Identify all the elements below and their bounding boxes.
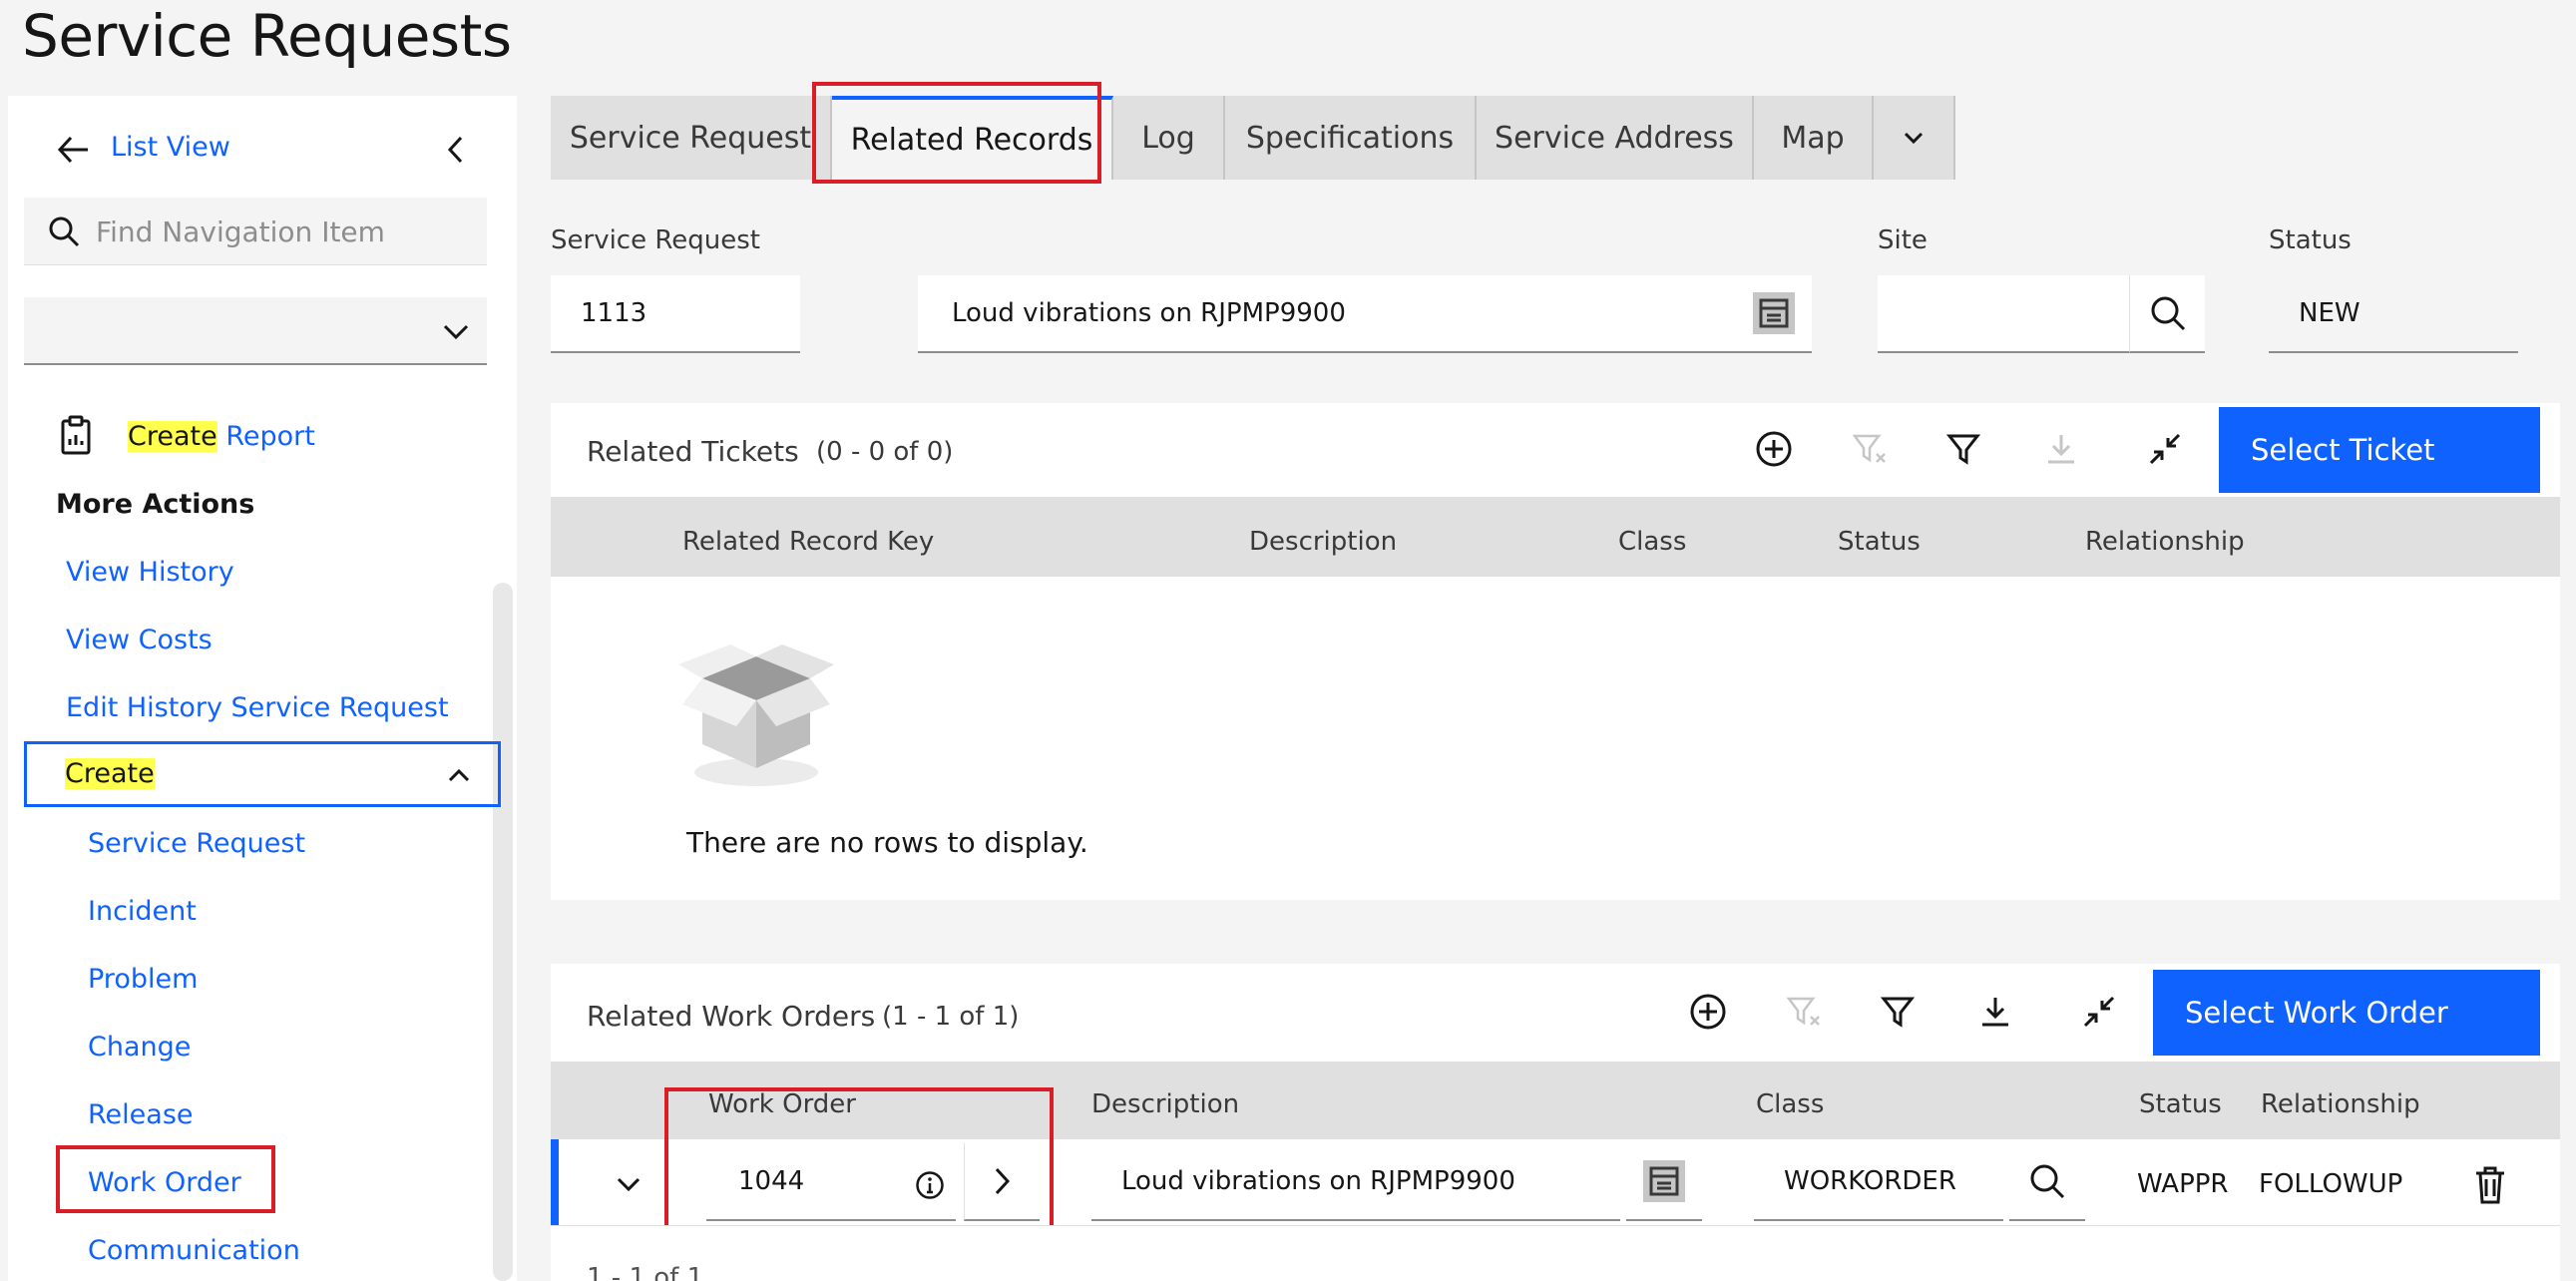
view-costs-link[interactable]: View Costs (66, 625, 213, 655)
select-ticket-button[interactable]: Select Ticket (2219, 407, 2540, 493)
work-order-description-field[interactable]: Loud vibrations on RJPMP9900 (1091, 1143, 1620, 1221)
annotation-box-work-order-link (56, 1145, 275, 1213)
chevron-down-icon (1904, 132, 1924, 145)
add-icon[interactable] (1752, 427, 1796, 471)
column-header-status[interactable]: Status (1838, 527, 1921, 557)
long-description-button[interactable] (1736, 275, 1812, 353)
tab-specifications[interactable]: Specifications (1225, 96, 1477, 180)
minimize-icon[interactable] (2077, 990, 2121, 1034)
tab-log[interactable]: Log (1113, 96, 1225, 180)
work-order-relationship: FOLLOWUP (2259, 1169, 2403, 1199)
column-header-class[interactable]: Class (1618, 527, 1686, 557)
status-field: NEW (2269, 275, 2518, 353)
edit-history-link[interactable]: Edit History Service Request (66, 692, 449, 723)
annotation-box-related-records-tab (812, 82, 1101, 184)
arrow-left-icon[interactable] (56, 132, 92, 168)
service-request-field[interactable]: 1113 (551, 275, 800, 353)
more-actions-heading: More Actions (56, 489, 255, 520)
empty-box-icon (672, 635, 842, 792)
pagination-bar (551, 1225, 2560, 1281)
view-history-link[interactable]: View History (66, 557, 234, 588)
create-section-toggle[interactable]: Create (24, 741, 501, 807)
column-header-relationship[interactable]: Relationship (2085, 527, 2245, 557)
navigation-search[interactable] (24, 198, 487, 265)
long-description-icon (1643, 1160, 1685, 1202)
column-header-related-record-key[interactable]: Related Record Key (682, 527, 934, 557)
tab-more-dropdown[interactable] (1874, 96, 1955, 180)
column-header-description[interactable]: Description (1091, 1089, 1239, 1119)
create-release-link[interactable]: Release (88, 1099, 194, 1130)
service-request-description-field[interactable]: Loud vibrations on RJPMP9900 (918, 275, 1736, 353)
collapse-sidebar-icon[interactable] (439, 132, 471, 168)
clear-filter-icon (1782, 990, 1826, 1034)
pagination-label: 1 - 1 of 1 (587, 1263, 704, 1281)
search-input[interactable] (96, 198, 475, 265)
create-section-label: Create (65, 758, 155, 789)
create-change-link[interactable]: Change (88, 1032, 191, 1063)
column-header-status[interactable]: Status (2139, 1089, 2222, 1119)
minimize-icon[interactable] (2143, 427, 2187, 471)
create-report-link[interactable]: Create Report (128, 421, 315, 452)
chevron-down-icon (439, 315, 473, 349)
navigation-sidebar (8, 96, 517, 1281)
create-problem-link[interactable]: Problem (88, 964, 198, 995)
related-work-orders-count: (1 - 1 of 1) (882, 1002, 1020, 1032)
clear-filter-icon (1848, 427, 1892, 471)
tab-map[interactable]: Map (1754, 96, 1874, 180)
tab-service-address[interactable]: Service Address (1477, 96, 1754, 180)
column-header-class[interactable]: Class (1756, 1089, 1824, 1119)
status-label: Status (2269, 225, 2352, 255)
site-label: Site (1878, 225, 1928, 255)
work-order-class-field[interactable]: WORKORDER (1754, 1143, 2003, 1221)
search-icon (2151, 296, 2185, 331)
class-lookup-button[interactable] (2009, 1143, 2085, 1221)
empty-rows-message: There are no rows to display. (686, 826, 1088, 859)
filter-icon[interactable] (1941, 427, 1985, 471)
long-description-icon (1753, 292, 1795, 334)
column-header-description[interactable]: Description (1249, 527, 1397, 557)
delete-icon[interactable] (2470, 1163, 2510, 1207)
download-icon (2039, 427, 2083, 471)
navigation-dropdown[interactable] (24, 297, 487, 365)
work-order-status: WAPPR (2137, 1169, 2229, 1199)
page-title: Service Requests (22, 2, 512, 70)
related-tickets-title: Related Tickets (587, 435, 799, 468)
column-header-relationship[interactable]: Relationship (2261, 1089, 2420, 1119)
site-field[interactable] (1878, 275, 2129, 353)
select-work-order-button[interactable]: Select Work Order (2153, 970, 2540, 1056)
create-incident-link[interactable]: Incident (88, 896, 197, 927)
filter-icon[interactable] (1876, 990, 1920, 1034)
add-icon[interactable] (1686, 990, 1730, 1034)
related-work-orders-title: Related Work Orders (587, 1000, 876, 1033)
annotation-box-work-order-field (664, 1087, 1054, 1235)
download-icon[interactable] (1973, 990, 2017, 1034)
create-report-suffix: Report (225, 421, 315, 452)
long-description-button[interactable] (1626, 1143, 1702, 1221)
clipboard-report-icon (58, 413, 94, 457)
service-request-label: Service Request (551, 225, 760, 255)
create-communication-link[interactable]: Communication (88, 1235, 300, 1266)
create-report-highlight: Create (128, 421, 217, 452)
site-lookup-button[interactable] (2129, 275, 2205, 353)
create-service-request-link[interactable]: Service Request (88, 828, 305, 859)
related-tickets-count: (0 - 0 of 0) (816, 437, 954, 467)
tab-service-request[interactable]: Service Request (551, 96, 832, 180)
search-icon (2030, 1164, 2065, 1199)
sidebar-scrollbar[interactable] (493, 583, 513, 1281)
search-icon (46, 214, 82, 249)
list-view-link[interactable]: List View (111, 132, 230, 163)
expand-row-icon[interactable] (609, 1167, 648, 1203)
chevron-up-icon (444, 760, 474, 790)
